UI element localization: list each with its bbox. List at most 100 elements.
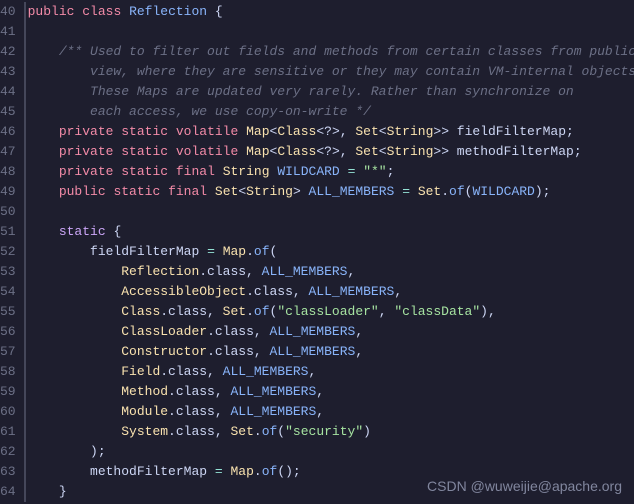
code-line[interactable]: public static final Set<String> ALL_MEMB… <box>28 182 634 202</box>
code-line[interactable]: System.class, Set.of("security") <box>28 422 634 442</box>
code-editor[interactable]: 4041424344454647484950515253545556575859… <box>0 0 634 502</box>
token-kw-pub: public <box>28 4 75 19</box>
code-area[interactable]: public class Reflection { /** Used to fi… <box>24 2 634 502</box>
token-punct <box>199 244 207 259</box>
code-line[interactable]: view, where they are sensitive or they m… <box>28 62 634 82</box>
line-number: 59 <box>0 382 16 402</box>
token-punct: <?>, <box>316 144 355 159</box>
code-line[interactable]: public class Reflection { <box>28 2 634 22</box>
code-line[interactable]: ); <box>28 442 634 462</box>
token-punct: , <box>316 404 324 419</box>
line-number-gutter: 4041424344454647484950515253545556575859… <box>0 2 24 502</box>
token-punct: < <box>379 124 387 139</box>
token-punct: .class, <box>199 264 261 279</box>
line-number: 47 <box>0 142 16 162</box>
line-number: 45 <box>0 102 16 122</box>
token-type: Module <box>121 404 168 419</box>
code-line[interactable]: These Maps are updated very rarely. Rath… <box>28 82 634 102</box>
token-punct <box>121 4 129 19</box>
line-number: 43 <box>0 62 16 82</box>
token-type: Class <box>121 304 160 319</box>
token-punct: , <box>394 284 402 299</box>
line-number: 46 <box>0 122 16 142</box>
code-line[interactable]: Reflection.class, ALL_MEMBERS, <box>28 262 634 282</box>
code-line[interactable]: fieldFilterMap = Map.of( <box>28 242 634 262</box>
token-comment: view, where they are sensitive or they m… <box>90 64 634 79</box>
token-punct: ; <box>387 164 395 179</box>
code-line[interactable]: Constructor.class, ALL_MEMBERS, <box>28 342 634 362</box>
token-op: = <box>215 464 223 479</box>
token-punct: ); <box>90 444 106 459</box>
token-punct: { <box>106 224 122 239</box>
token-punct <box>207 464 215 479</box>
code-line[interactable]: private static final String WILDCARD = "… <box>28 162 634 182</box>
code-line[interactable]: ClassLoader.class, ALL_MEMBERS, <box>28 322 634 342</box>
token-kw-stat: static <box>121 124 168 139</box>
token-method: of <box>449 184 465 199</box>
token-const: ALL_MEMBERS <box>230 404 316 419</box>
token-punct: ; <box>566 124 574 139</box>
token-type: Set <box>355 124 378 139</box>
token-type: Map <box>223 244 246 259</box>
code-line[interactable]: static { <box>28 222 634 242</box>
token-punct: } <box>59 484 67 499</box>
token-type: Reflection <box>121 264 199 279</box>
token-comment: These Maps are updated very rarely. Rath… <box>90 84 574 99</box>
token-punct <box>238 144 246 159</box>
code-line[interactable] <box>28 22 634 42</box>
code-line[interactable]: AccessibleObject.class, ALL_MEMBERS, <box>28 282 634 302</box>
token-comment: each access, we use copy-on-write */ <box>90 104 371 119</box>
token-kw-vol: volatile <box>176 124 238 139</box>
line-number: 62 <box>0 442 16 462</box>
token-punct: >> <box>433 144 456 159</box>
code-line[interactable] <box>28 202 634 222</box>
token-field: fieldFilterMap <box>457 124 566 139</box>
line-number: 64 <box>0 482 16 502</box>
code-line[interactable]: /** Used to filter out fields and method… <box>28 42 634 62</box>
token-string: "classLoader" <box>277 304 378 319</box>
token-punct <box>238 124 246 139</box>
token-classname: Reflection <box>129 4 207 19</box>
code-line[interactable]: private static volatile Map<Class<?>, Se… <box>28 122 634 142</box>
code-line[interactable]: Field.class, ALL_MEMBERS, <box>28 362 634 382</box>
code-line[interactable]: each access, we use copy-on-write */ <box>28 102 634 122</box>
token-const: ALL_MEMBERS <box>269 344 355 359</box>
token-type: Map <box>246 124 269 139</box>
token-punct: , <box>379 304 395 319</box>
line-number: 58 <box>0 362 16 382</box>
token-const: WILDCARD <box>277 164 339 179</box>
token-op: = <box>207 244 215 259</box>
line-number: 50 <box>0 202 16 222</box>
code-line[interactable]: private static volatile Map<Class<?>, Se… <box>28 142 634 162</box>
token-string: "*" <box>363 164 386 179</box>
token-punct: , <box>316 384 324 399</box>
token-punct <box>215 244 223 259</box>
token-type: Set <box>355 144 378 159</box>
token-method: of <box>262 424 278 439</box>
token-punct <box>168 124 176 139</box>
token-punct: > <box>293 184 309 199</box>
line-number: 51 <box>0 222 16 242</box>
token-punct <box>215 164 223 179</box>
token-punct <box>168 164 176 179</box>
token-field: methodFilterMap <box>90 464 207 479</box>
token-method: of <box>254 244 270 259</box>
code-line[interactable]: Class.class, Set.of("classLoader", "clas… <box>28 302 634 322</box>
token-punct <box>207 184 215 199</box>
line-number: 60 <box>0 402 16 422</box>
line-number: 44 <box>0 82 16 102</box>
token-type: String <box>387 124 434 139</box>
token-punct: . <box>254 424 262 439</box>
code-line[interactable]: Method.class, ALL_MEMBERS, <box>28 382 634 402</box>
token-type: Field <box>121 364 160 379</box>
token-punct <box>340 164 348 179</box>
code-line[interactable]: Module.class, ALL_MEMBERS, <box>28 402 634 422</box>
token-type: ClassLoader <box>121 324 207 339</box>
token-field: methodFilterMap <box>457 144 574 159</box>
watermark: CSDN @wuweijie@apache.org <box>427 476 622 496</box>
token-type: Set <box>215 184 238 199</box>
token-kw-stat: static <box>121 144 168 159</box>
token-type: Constructor <box>121 344 207 359</box>
token-kw-mod: private <box>59 144 114 159</box>
line-number: 54 <box>0 282 16 302</box>
